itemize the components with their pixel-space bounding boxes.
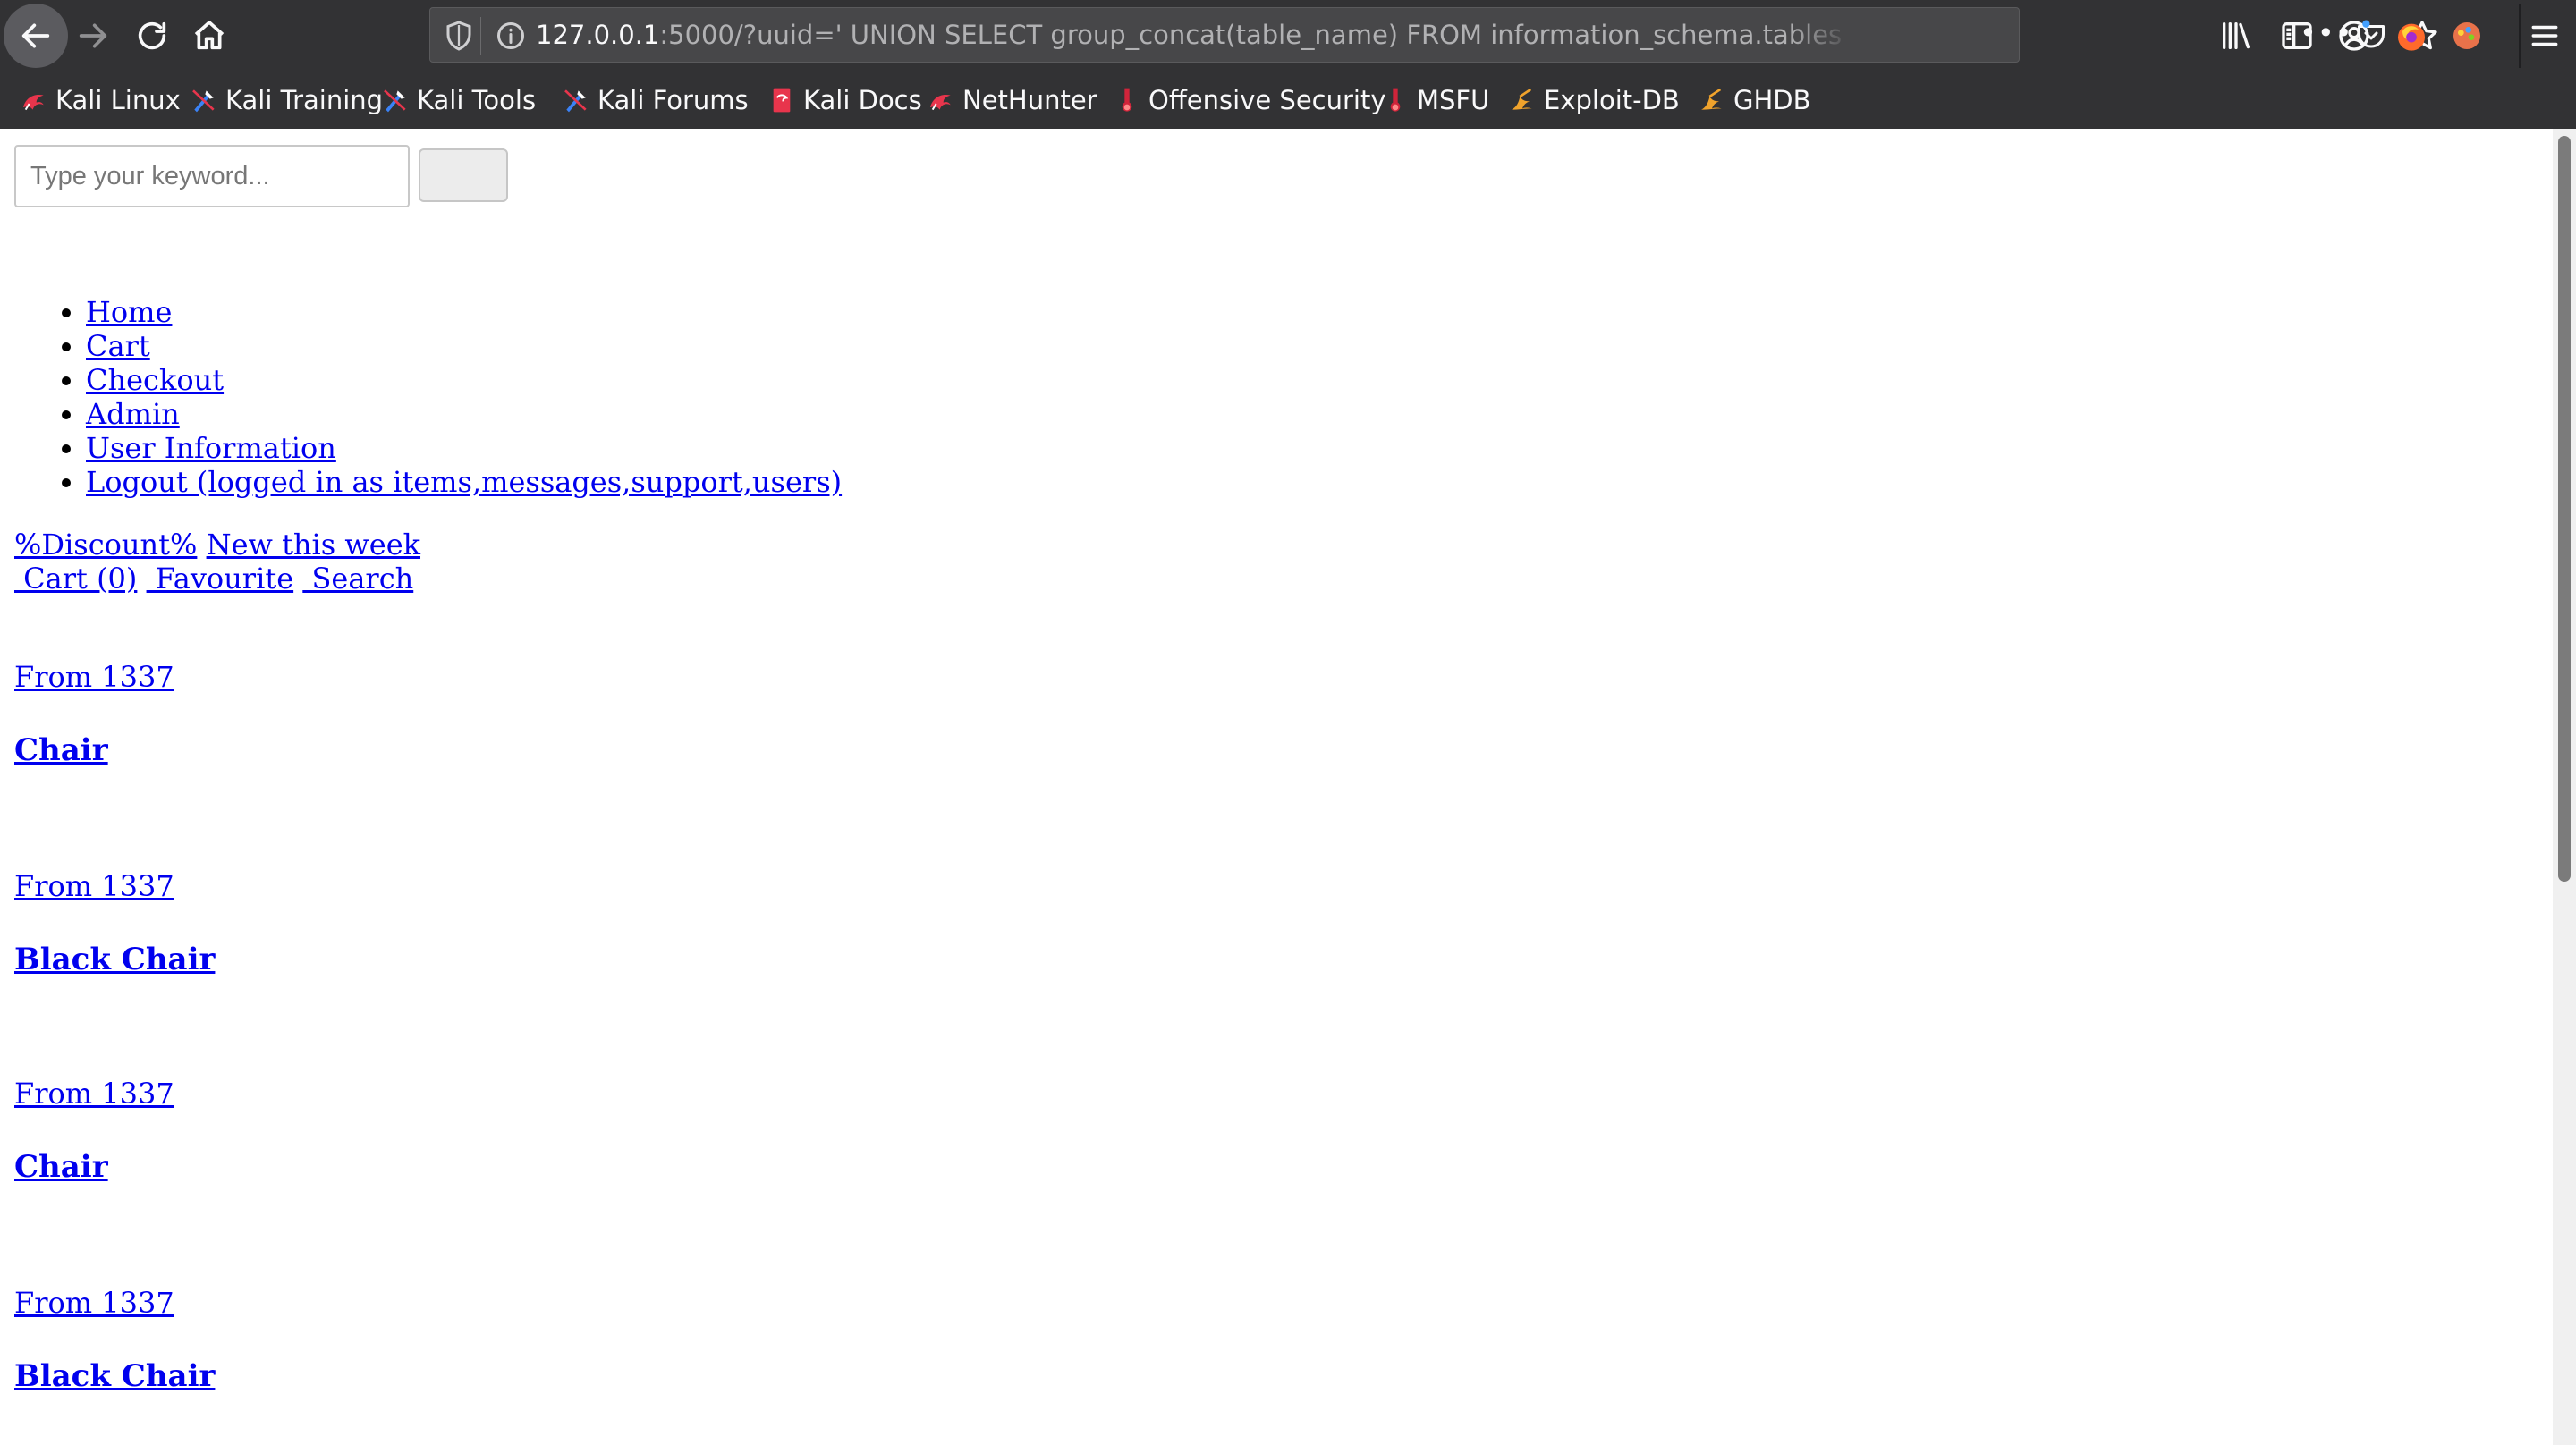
bookmark-label: Kali Training [225, 85, 384, 115]
kali-tools-icon [192, 89, 215, 113]
bookmark-item[interactable]: GHDB [1698, 72, 1811, 129]
bookmark-item[interactable]: Offensive Security [1113, 72, 1386, 129]
arrow-right-icon [79, 23, 107, 48]
site-info-icon[interactable] [495, 20, 527, 52]
product-price-link[interactable]: From 1337 [14, 660, 174, 694]
kali-dragon-icon [930, 94, 951, 111]
bookmark-label: Kali Forums [597, 85, 749, 115]
nav-item-cart: Cart [86, 329, 842, 363]
bookmark-item[interactable]: Exploit-DB [1508, 72, 1680, 129]
home-button[interactable] [177, 4, 242, 68]
arrow-left-icon [21, 23, 50, 48]
kali-tools-icon [564, 89, 587, 113]
tracking-shield-icon[interactable] [443, 20, 475, 52]
page-content: Home Cart Checkout Admin User Informatio… [0, 129, 2553, 1445]
new-this-week-link[interactable]: New this week [207, 528, 420, 562]
bookmark-item[interactable]: MSFU [1381, 72, 1489, 129]
nav-item-home: Home [86, 295, 842, 329]
nav-item-admin: Admin [86, 397, 842, 431]
bookmark-item[interactable]: Kali Training [190, 72, 383, 129]
promo-links: %Discount% New this week [14, 528, 420, 562]
product-name-link[interactable]: Black Chair [14, 1359, 215, 1393]
nav-link-home[interactable]: Home [86, 295, 172, 329]
color-extension-icon[interactable] [2449, 18, 2485, 54]
offsec-icon [1390, 88, 1401, 112]
bookmark-item[interactable]: Kali Tools [381, 72, 536, 129]
account-icon[interactable] [2336, 18, 2372, 54]
product-price-link[interactable]: From 1337 [14, 1077, 174, 1111]
nav-link-cart[interactable]: Cart [86, 329, 150, 363]
nav-item-checkout: Checkout [86, 363, 842, 397]
nav-item-user-information: User Information [86, 431, 842, 465]
favourite-link[interactable]: Favourite [147, 562, 293, 596]
shop-actions: Cart (0) Favourite Search [14, 562, 413, 596]
kali-dragon-icon [23, 94, 44, 111]
bookmark-label: Exploit-DB [1544, 85, 1680, 115]
address-bar[interactable]: 127.0.0.1:5000/?uuid=' UNION SELECT grou… [429, 7, 2437, 63]
main-nav: Home Cart Checkout Admin User Informatio… [0, 295, 842, 499]
url-text[interactable]: 127.0.0.1:5000/?uuid=' UNION SELECT grou… [536, 8, 1851, 62]
bookmark-label: Kali Docs [803, 85, 922, 115]
product-name-link[interactable]: Black Chair [14, 942, 215, 976]
url-fade [1790, 8, 1852, 62]
nav-link-logout[interactable]: Logout (logged in as items,messages,supp… [86, 465, 842, 499]
browser-toolbar: 127.0.0.1:5000/?uuid=' UNION SELECT grou… [0, 0, 2576, 129]
url-path: :5000/?uuid=' UNION SELECT group_concat(… [659, 20, 1851, 50]
offsec-icon [1122, 88, 1132, 112]
bookmark-label: NetHunter [962, 85, 1097, 115]
bookmark-label: MSFU [1417, 85, 1490, 115]
search-link[interactable]: Search [302, 562, 413, 596]
search-input[interactable] [14, 145, 410, 207]
firefox-extension-icon[interactable] [2394, 18, 2429, 54]
bookmark-label: Kali Linux [55, 85, 181, 115]
nav-item-logout: Logout (logged in as items,messages,supp… [86, 465, 842, 499]
bookmark-label: Kali Tools [417, 85, 537, 115]
product-price-link[interactable]: From 1337 [14, 869, 174, 903]
library-icon[interactable] [2218, 18, 2254, 54]
home-icon [194, 21, 225, 50]
url-host: 127.0.0.1 [536, 20, 660, 50]
kali-tools-icon [384, 89, 406, 113]
discount-link[interactable]: %Discount% [14, 528, 197, 562]
bookmark-label: Offensive Security [1148, 85, 1386, 115]
exploit-db-icon [1701, 88, 1722, 110]
nav-link-admin[interactable]: Admin [86, 397, 180, 431]
reload-button[interactable] [120, 4, 184, 68]
bookmark-item[interactable]: NetHunter [927, 72, 1097, 129]
bookmark-item[interactable]: Kali Forums [562, 72, 749, 129]
nav-link-checkout[interactable]: Checkout [86, 363, 224, 397]
sidebar-toggle-icon[interactable] [2279, 18, 2315, 54]
exploit-db-icon [1512, 88, 1532, 110]
hamburger-menu-icon[interactable] [2528, 18, 2562, 54]
urlbar-separator [480, 17, 481, 55]
back-button[interactable] [4, 4, 68, 68]
reload-icon [138, 21, 166, 50]
product-name-link[interactable]: Chair [14, 733, 108, 767]
bookmark-label: GHDB [1733, 85, 1811, 115]
nav-link-user-information[interactable]: User Information [86, 431, 336, 465]
search-button[interactable] [419, 148, 508, 202]
bookmarks-toolbar: Kali Linux Kali Training Kali Tools Kali Fo… [0, 72, 2576, 129]
toolbar-separator [2519, 4, 2521, 68]
cart-link[interactable]: Cart (0) [14, 562, 137, 596]
kali-docs-icon [773, 88, 791, 113]
bookmark-item[interactable]: Kali Docs [767, 72, 922, 129]
product-price-link[interactable]: From 1337 [14, 1286, 174, 1320]
scrollbar-thumb[interactable] [2558, 136, 2571, 882]
page-scrollbar[interactable] [2553, 129, 2576, 1445]
bookmark-item[interactable]: Kali Linux [20, 72, 181, 129]
forward-button[interactable] [61, 4, 125, 68]
product-name-link[interactable]: Chair [14, 1150, 108, 1184]
